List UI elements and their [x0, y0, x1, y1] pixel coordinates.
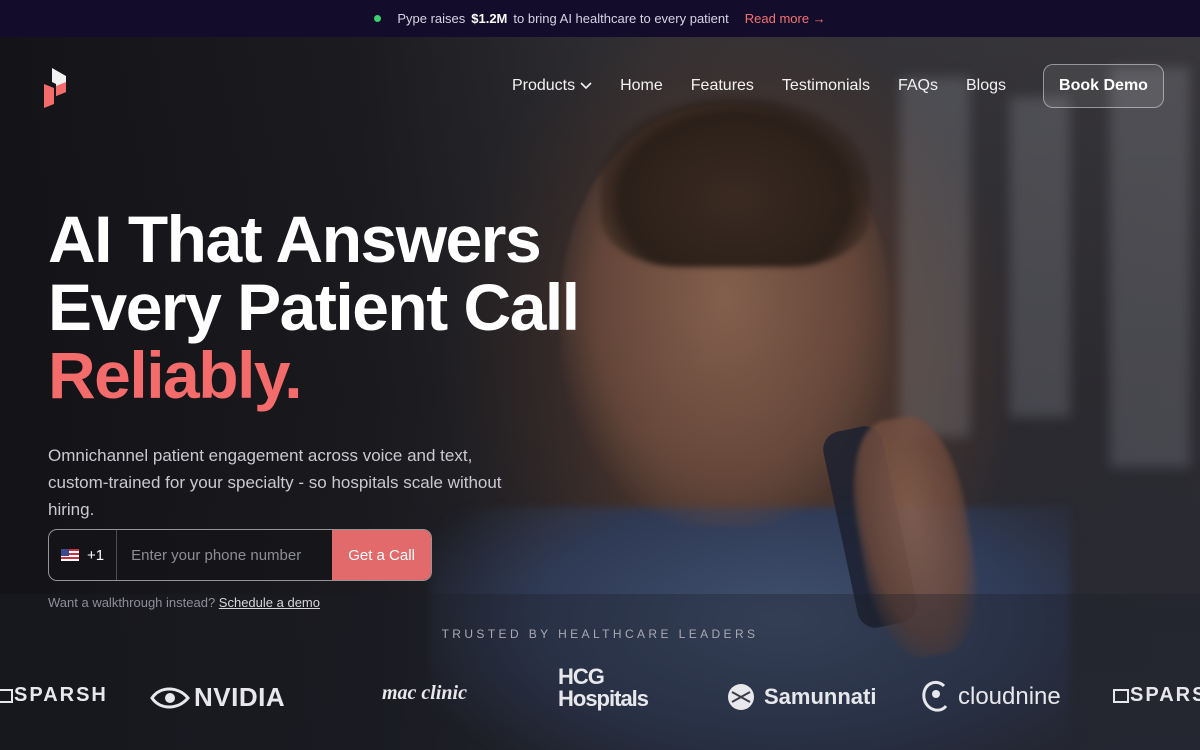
nav-products[interactable]: Products — [512, 77, 592, 95]
client-logos: SPARSH NVIDIA mac clinic HCG Hospitals S… — [0, 660, 1200, 740]
hero-headline: AI That Answers Every Patient Call Relia… — [48, 202, 580, 412]
headline-accent: Reliably. — [48, 338, 303, 412]
announcement-bar: Pype raises $1.2M to bring AI healthcare… — [0, 0, 1200, 37]
logo-nvidia: NVIDIA — [150, 682, 285, 713]
nav-links: Products Home Features Testimonials FAQs… — [512, 77, 1006, 95]
nav-blogs[interactable]: Blogs — [966, 77, 1006, 95]
announcement-suffix: to bring AI healthcare to every patient — [513, 11, 729, 26]
announcement-amount: $1.2M — [471, 11, 508, 26]
phone-call-form: +1 Get a Call — [48, 529, 432, 581]
schedule-demo-link[interactable]: Schedule a demo — [219, 595, 320, 610]
country-code: +1 — [87, 546, 105, 564]
hero-subtext: Omnichannel patient engagement across vo… — [48, 446, 502, 519]
phone-number-input[interactable] — [117, 530, 333, 580]
headline-line-1: AI That Answers — [48, 202, 542, 276]
headline-line-2: Every Patient Call — [48, 270, 580, 344]
chevron-down-icon — [580, 82, 592, 90]
logo-hcg: HCG Hospitals — [558, 666, 658, 710]
nvidia-eye-icon — [150, 687, 190, 708]
announcement-prefix: Pype raises — [397, 11, 466, 26]
logo-samunnati-text: Samunnati — [764, 684, 877, 709]
nav-products-label: Products — [511, 77, 576, 94]
status-dot-icon — [374, 15, 382, 22]
logo-sparsh-left: SPARSH — [0, 684, 108, 707]
cloudnine-mark-icon — [922, 681, 948, 712]
logo-hcg-text: HCG Hospitals — [558, 664, 649, 711]
logo-sparsh-left-text: SPARSH — [14, 684, 108, 706]
nav-testimonials[interactable]: Testimonials — [782, 77, 870, 95]
country-code-selector[interactable]: +1 — [49, 530, 118, 580]
trusted-by-label: TRUSTED BY HEALTHCARE LEADERS — [441, 627, 759, 641]
nav-faqs[interactable]: FAQs — [898, 77, 938, 95]
get-a-call-button[interactable]: Get a Call — [332, 530, 431, 580]
logo-samunnati: Samunnati — [726, 682, 876, 712]
walkthrough-prompt: Want a walkthrough instead? Schedule a d… — [48, 595, 320, 610]
walkthrough-text: Want a walkthrough instead? — [48, 595, 216, 610]
logo-mac-clinic: mac clinic — [382, 682, 467, 705]
book-demo-button[interactable]: Book Demo — [1043, 64, 1164, 108]
pype-logo-icon[interactable] — [44, 68, 70, 108]
us-flag-icon — [61, 549, 79, 561]
logo-cloudnine: cloudnine — [920, 680, 1061, 714]
logo-nvidia-text: NVIDIA — [194, 682, 286, 712]
logo-sparsh-right-text: SPARSH — [1130, 684, 1200, 706]
nav-features[interactable]: Features — [691, 77, 754, 95]
top-navigation: Products Home Features Testimonials FAQs… — [0, 37, 1200, 137]
nav-home[interactable]: Home — [620, 77, 663, 95]
read-more-link[interactable]: Read more → — [745, 11, 826, 26]
sparsh-mark-icon — [0, 688, 13, 703]
logo-cloudnine-text: cloudnine — [958, 683, 1061, 710]
logo-sparsh-right: SPARSH — [1112, 684, 1200, 707]
sparsh-mark-icon — [1113, 688, 1129, 703]
logo-mac-clinic-text: mac clinic — [382, 682, 467, 704]
samunnati-globe-icon — [728, 684, 754, 710]
